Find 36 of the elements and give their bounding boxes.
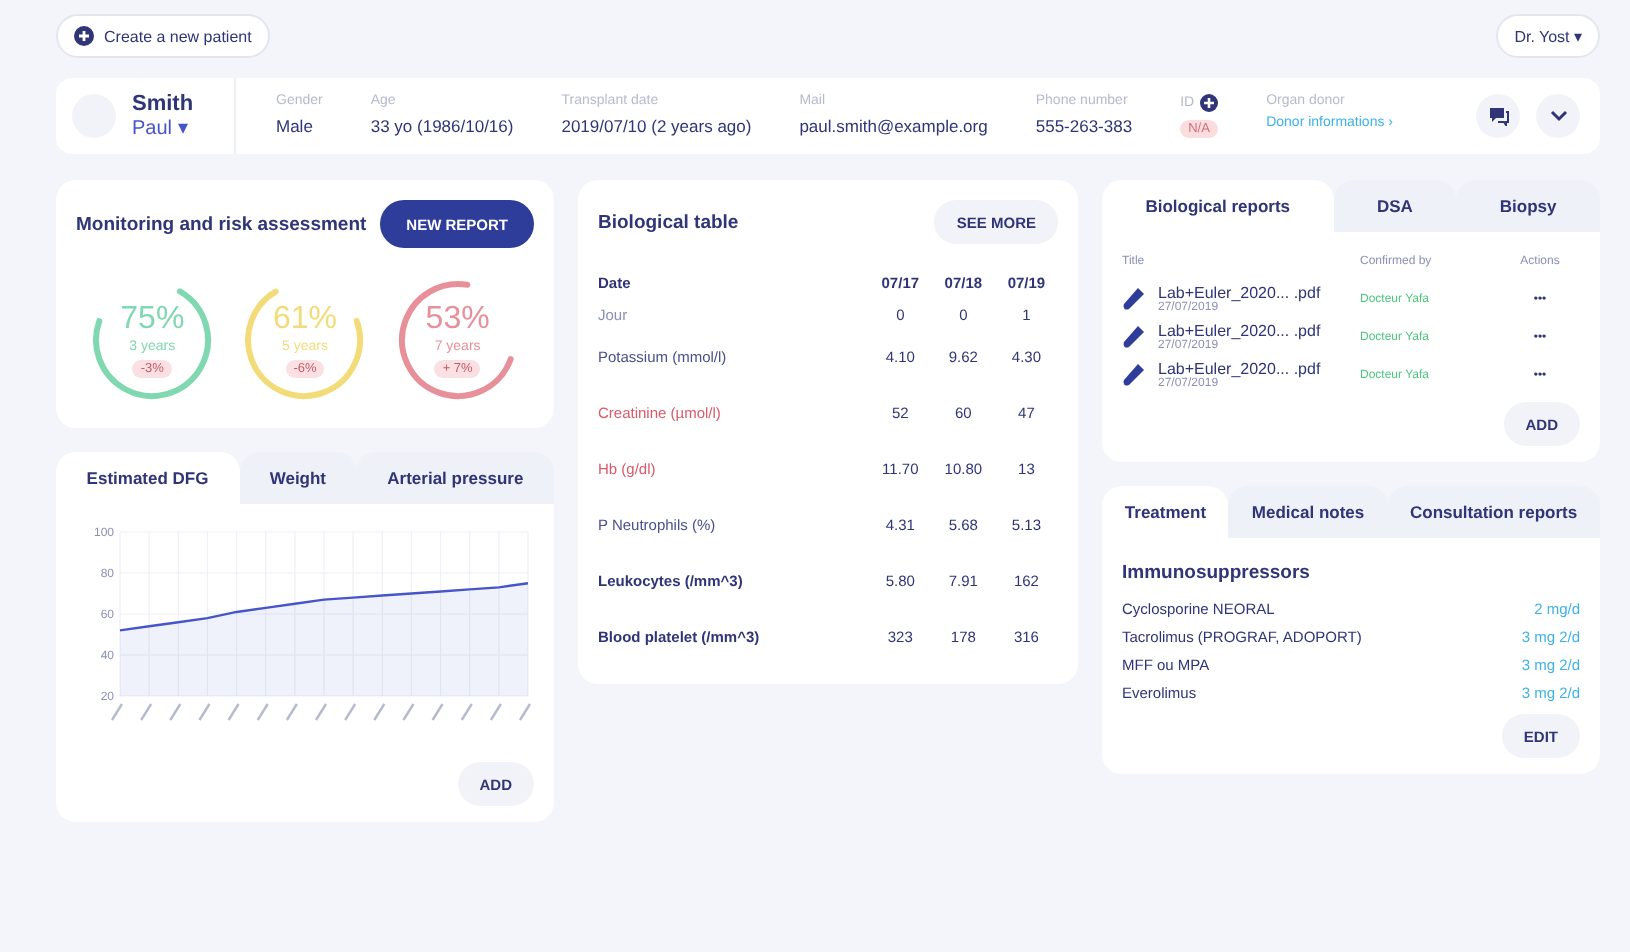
tab[interactable]: Treatment xyxy=(1102,486,1229,538)
file-name-link[interactable]: Lab+Euler_2020... .pdf xyxy=(1158,322,1321,340)
tab[interactable]: Weight xyxy=(239,452,357,504)
gauge-percent: 53% xyxy=(425,302,490,338)
tab[interactable]: Biopsy xyxy=(1456,180,1601,232)
create-patient-button[interactable]: Create a new patient xyxy=(56,14,270,58)
field-value: 555-263-383 xyxy=(1035,116,1133,136)
tab[interactable]: Estimated DFG xyxy=(56,452,240,504)
patient-last-name: Smith xyxy=(132,92,196,116)
section-title: Immunosuppressors xyxy=(1122,562,1312,584)
tab[interactable]: Arterial pressure xyxy=(356,452,554,504)
file-name-link[interactable]: Lab+Euler_2020... .pdf xyxy=(1158,284,1321,302)
gauge-percent: 61% xyxy=(272,302,337,338)
expand-button[interactable] xyxy=(1536,94,1580,138)
test-tube-icon xyxy=(1122,361,1146,389)
test-tube-icon xyxy=(1122,323,1146,351)
tab[interactable]: Consultation reports xyxy=(1387,486,1601,538)
field-value: Male xyxy=(276,116,315,136)
chat-icon xyxy=(1487,106,1509,126)
add-icon xyxy=(1200,94,1219,112)
file-name-link[interactable]: Lab+Euler_2020... .pdf xyxy=(1158,360,1321,378)
tab[interactable]: Medical notes xyxy=(1228,486,1388,538)
user-menu-button[interactable]: Dr. Yost ▾ xyxy=(1496,14,1600,58)
test-tube-icon xyxy=(1122,285,1146,313)
tab[interactable]: Biological reports xyxy=(1102,180,1334,232)
card-title: Monitoring and risk assessment xyxy=(76,213,367,235)
patient-first-name-dropdown[interactable]: Paul ▾ xyxy=(132,116,234,140)
tab[interactable]: DSA xyxy=(1333,180,1457,232)
field-value: paul.smith@example.org xyxy=(799,116,988,136)
gauge-percent: 75% xyxy=(120,302,185,338)
card-title: Biological table xyxy=(598,211,739,233)
field-value: 2019/07/10 (2 years ago) xyxy=(561,116,752,136)
message-button[interactable] xyxy=(1476,94,1520,138)
chevron-down-icon xyxy=(1549,110,1567,122)
plus-icon xyxy=(74,26,94,46)
field-value: 33 yo (1986/10/16) xyxy=(370,116,514,136)
